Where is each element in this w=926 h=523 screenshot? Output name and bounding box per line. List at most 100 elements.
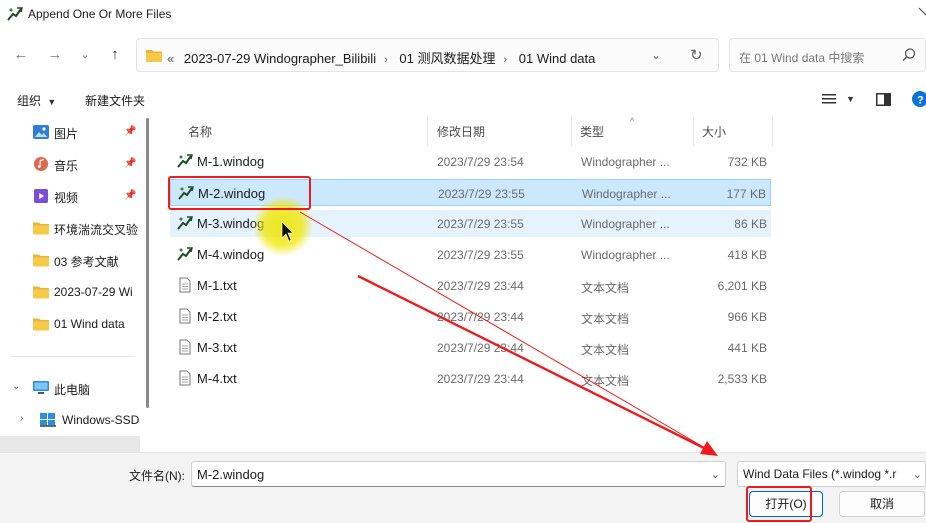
file-type: Windographer ... [581, 155, 670, 169]
file-row[interactable]: M-2.windog 2023/7/29 23:55 Windographer ..… [170, 179, 771, 206]
file-name: M-1.txt [197, 278, 237, 293]
new-folder-button[interactable]: 新建文件夹 [85, 92, 145, 109]
file-name: M-3.windog [197, 216, 265, 231]
file-size: 2,533 KB [717, 372, 767, 386]
column-header-name[interactable]: 名称 [188, 123, 212, 140]
sidebar-item-folder-turbulence[interactable]: 环境湍流交叉验 [0, 214, 140, 242]
file-row[interactable]: M-1.windog 2023/7/29 23:54 Windographer ..… [170, 148, 771, 175]
help-icon[interactable]: ? [912, 91, 926, 107]
file-date: 2023/7/29 23:44 [437, 372, 524, 386]
window-title: Append One Or More Files [28, 7, 172, 21]
sidebar-item-music[interactable]: 音乐 📌 [0, 150, 140, 178]
column-divider[interactable] [693, 116, 694, 146]
folder-icon [33, 318, 49, 331]
file-name: M-3.txt [197, 340, 237, 355]
text-file-icon [179, 308, 191, 324]
file-size: 732 KB [727, 155, 767, 169]
file-list: 名称 修改日期 ^ 类型 大小 M-1.windog 2023/7/29 23:5… [160, 116, 775, 452]
sidebar-item-videos[interactable]: 视频 📌 [0, 182, 140, 210]
file-size: 966 KB [727, 310, 767, 324]
sidebar-item-folder-references[interactable]: 03 参考文献 [0, 246, 140, 274]
forward-arrow-icon[interactable]: → [46, 46, 64, 64]
view-options-icon[interactable] [822, 93, 836, 105]
breadcrumb-separator-icon[interactable]: › [384, 54, 388, 66]
filename-value: M-2.windog [197, 467, 265, 482]
breadcrumb-item-processing[interactable]: 01 测风数据处理 [399, 51, 495, 66]
recent-locations-chevron-icon[interactable]: ⌄ [76, 46, 94, 64]
collapse-chevron-icon[interactable]: › [20, 413, 23, 424]
sidebar-item-partial [0, 436, 140, 452]
dialog-footer: 文件名(N): M-2.windog ⌄ Wind Data Files (*.… [0, 452, 926, 523]
file-date: 2023/7/29 23:55 [437, 248, 524, 262]
organize-button[interactable]: 组织 ▼ [17, 92, 56, 109]
open-button[interactable]: 打开(O) [749, 491, 823, 517]
column-header-size[interactable]: 大小 [702, 123, 726, 140]
file-type: 文本文档 [581, 281, 630, 295]
file-row[interactable]: M-2.txt 2023/7/29 23:44 文本文档 966 KB [170, 303, 771, 330]
title-bar: Append One Or More Files [0, 0, 926, 30]
windographer-file-icon [178, 186, 194, 200]
close-button[interactable] [916, 0, 926, 24]
navigation-pane: 图片 📌 音乐 📌 视频 📌 环境湍流交叉验 03 参考文献 2023-07-2… [0, 116, 150, 452]
pin-icon: 📌 [124, 158, 137, 169]
svg-text:?: ? [917, 95, 924, 107]
windographer-file-icon [177, 154, 193, 168]
breadcrumb-separator-icon[interactable]: › [503, 54, 507, 66]
search-input[interactable]: 在 01 Wind data 中搜索 [729, 38, 926, 72]
filename-input[interactable]: M-2.windog ⌄ [191, 461, 726, 487]
refresh-icon[interactable]: ↻ [690, 46, 703, 64]
file-row[interactable]: M-4.windog 2023/7/29 23:55 Windographer ..… [170, 241, 771, 268]
column-divider[interactable] [427, 116, 428, 146]
file-row[interactable]: M-3.txt 2023/7/29 23:44 文本文档 441 KB [170, 334, 771, 361]
sort-ascending-icon: ^ [630, 116, 635, 126]
file-type-value: Wind Data Files (*.windog *.r [743, 467, 897, 481]
file-row[interactable]: M-4.txt 2023/7/29 23:44 文本文档 2,533 KB [170, 365, 771, 392]
file-row[interactable]: M-3.windog 2023/7/29 23:55 Windographer ..… [170, 210, 771, 237]
breadcrumb-item-wind-data[interactable]: 01 Wind data [519, 51, 596, 66]
preview-pane-icon[interactable] [876, 93, 891, 106]
file-date: 2023/7/29 23:44 [437, 310, 524, 324]
pin-icon: 📌 [124, 190, 137, 201]
filename-history-chevron-icon[interactable]: ⌄ [711, 468, 720, 481]
back-arrow-icon[interactable]: ← [12, 46, 30, 64]
column-divider[interactable] [571, 116, 572, 146]
column-header-date[interactable]: 修改日期 [437, 123, 485, 140]
music-icon [34, 157, 48, 171]
search-icon [902, 48, 916, 62]
column-divider[interactable] [772, 116, 773, 146]
sidebar-scrollbar[interactable] [146, 118, 149, 408]
file-date: 2023/7/29 23:44 [437, 341, 524, 355]
windographer-icon [7, 7, 23, 21]
text-file-icon [179, 277, 191, 293]
view-dropdown-chevron-icon[interactable]: ▼ [846, 94, 855, 104]
sidebar-item-folder-project[interactable]: 2023-07-29 Wi [0, 278, 140, 306]
folder-icon [33, 254, 49, 267]
sidebar-divider [10, 356, 135, 357]
windographer-file-icon [177, 216, 193, 230]
sidebar-item-windows-ssd[interactable]: › Windows-SSD [0, 406, 140, 434]
organize-chevron-icon: ▼ [47, 97, 57, 107]
pictures-icon [33, 125, 49, 139]
cancel-button[interactable]: 取消 [839, 491, 925, 517]
file-type-select[interactable]: Wind Data Files (*.windog *.r ⌄ [737, 461, 926, 487]
file-size: 6,201 KB [717, 279, 767, 293]
file-row[interactable]: M-1.txt 2023/7/29 23:44 文本文档 6,201 KB [170, 272, 771, 299]
column-header-type[interactable]: 类型 [580, 123, 604, 140]
file-size: 177 KB [726, 187, 766, 201]
file-type: Windographer ... [582, 187, 671, 201]
file-type-chevron-icon: ⌄ [910, 468, 922, 481]
file-size: 441 KB [727, 341, 767, 355]
computer-icon [33, 381, 49, 394]
file-date: 2023/7/29 23:44 [437, 279, 524, 293]
up-arrow-icon[interactable]: ↑ [106, 46, 124, 64]
address-bar[interactable]: « 2023-07-29 Windographer_Bilibili › 01 测… [136, 38, 719, 72]
breadcrumb-overflow[interactable]: « [167, 51, 174, 66]
sidebar-item-pictures[interactable]: 图片 📌 [0, 118, 140, 146]
address-dropdown-chevron-icon[interactable]: ⌄ [651, 48, 661, 62]
sidebar-item-this-pc[interactable]: ⌄ 此电脑 [0, 374, 140, 402]
command-bar: 组织 ▼ 新建文件夹 ▼ ? [0, 84, 926, 116]
expand-chevron-icon[interactable]: ⌄ [12, 381, 20, 392]
file-name: M-2.windog [198, 186, 266, 201]
breadcrumb-item-project[interactable]: 2023-07-29 Windographer_Bilibili [184, 51, 376, 66]
sidebar-item-folder-wind-data[interactable]: 01 Wind data [0, 310, 140, 338]
